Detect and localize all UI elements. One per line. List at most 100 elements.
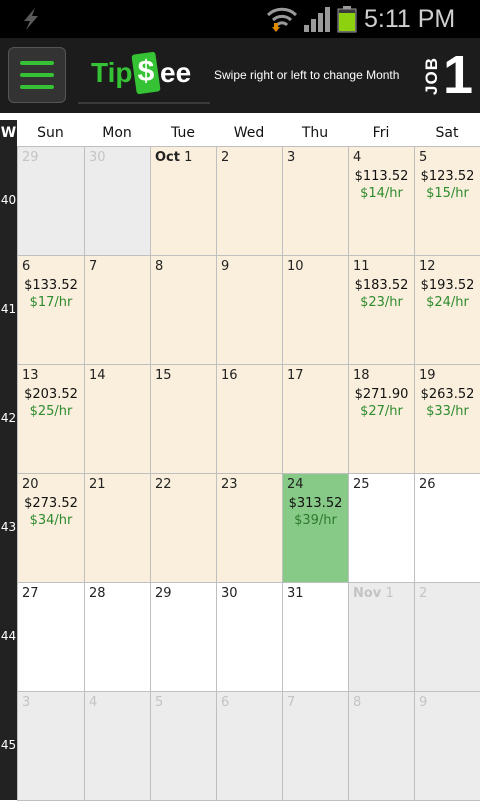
hourly-rate: $23/hr bbox=[360, 295, 403, 310]
calendar-header: W Sun Mon Tue Wed Thu Fri Sat bbox=[0, 120, 480, 146]
logo-text-ee: ee bbox=[160, 57, 192, 88]
calendar-day[interactable]: 14 bbox=[84, 364, 151, 474]
day-number-text: 25 bbox=[353, 477, 370, 492]
hourly-rate: $15/hr bbox=[426, 186, 469, 201]
tip-amount: $263.52 bbox=[420, 387, 475, 402]
week-number: 41 bbox=[0, 255, 17, 364]
day-number-text: 17 bbox=[287, 368, 304, 383]
menu-button[interactable] bbox=[8, 47, 66, 103]
calendar-day[interactable]: 23 bbox=[216, 473, 283, 583]
day-number-text: 2 bbox=[419, 586, 428, 601]
day-number-text: 9 bbox=[419, 695, 428, 710]
calendar-day[interactable]: 4 bbox=[84, 691, 151, 801]
day-number: 29 bbox=[155, 586, 172, 602]
action-bar: Tip $ ee Swipe right or left to change M… bbox=[0, 38, 480, 113]
day-number: 5 bbox=[155, 695, 163, 711]
calendar-day[interactable]: 30 bbox=[84, 146, 151, 256]
day-number: 30 bbox=[221, 586, 238, 602]
calendar-day[interactable]: 9 bbox=[414, 691, 480, 801]
calendar-day[interactable]: 6 $133.52 $17/hr bbox=[17, 255, 85, 365]
calendar-day[interactable]: 3 bbox=[17, 691, 85, 801]
day-number-text: 1 bbox=[184, 150, 193, 165]
day-number-text: 18 bbox=[353, 368, 370, 383]
calendar-day[interactable]: 31 bbox=[282, 582, 349, 692]
swipe-hint: Swipe right or left to change Month bbox=[214, 68, 400, 82]
calendar-day[interactable]: 27 bbox=[17, 582, 85, 692]
calendar-day[interactable]: 28 bbox=[84, 582, 151, 692]
day-number-text: 29 bbox=[22, 150, 39, 165]
calendar-day[interactable]: 7 bbox=[84, 255, 151, 365]
day-number-text: 30 bbox=[89, 150, 106, 165]
day-number-text: 15 bbox=[155, 368, 172, 383]
day-number: 18 bbox=[353, 368, 370, 384]
battery-icon bbox=[337, 6, 357, 33]
calendar-day[interactable]: 21 bbox=[84, 473, 151, 583]
calendar-day[interactable]: 19 $263.52 $33/hr bbox=[414, 364, 480, 474]
day-number: 16 bbox=[221, 368, 238, 384]
day-number: 8 bbox=[155, 259, 163, 275]
calendar-day[interactable]: 5 $123.52 $15/hr bbox=[414, 146, 480, 256]
calendar-day[interactable]: 8 bbox=[150, 255, 217, 365]
wifi-icon bbox=[266, 7, 298, 32]
day-number-text: 31 bbox=[287, 586, 304, 601]
calendar-day[interactable]: 30 bbox=[216, 582, 283, 692]
day-number-text: 22 bbox=[155, 477, 172, 492]
calendar-day[interactable]: 22 bbox=[150, 473, 217, 583]
logo-text-tip: Tip bbox=[91, 57, 133, 88]
job-label[interactable]: JOB bbox=[422, 56, 442, 96]
calendar-day[interactable]: 2 bbox=[216, 146, 283, 256]
flash-icon bbox=[24, 8, 38, 30]
calendar-day[interactable]: 10 bbox=[282, 255, 349, 365]
day-number: 4 bbox=[89, 695, 97, 711]
day-header-sun: Sun bbox=[37, 125, 64, 141]
calendar-day[interactable]: Nov 1 bbox=[348, 582, 415, 692]
calendar-day[interactable]: 7 bbox=[282, 691, 349, 801]
calendar-day[interactable]: 16 bbox=[216, 364, 283, 474]
calendar-grid: 40 29 30 Oct 1 2 3 4 $113.52 $14/hr 5 $123.52 $15/h… bbox=[0, 146, 480, 801]
calendar-day[interactable]: 13 $203.52 $25/hr bbox=[17, 364, 85, 474]
calendar-day[interactable]: 12 $193.52 $24/hr bbox=[414, 255, 480, 365]
calendar-day[interactable]: 5 bbox=[150, 691, 217, 801]
day-number: 26 bbox=[419, 477, 436, 493]
clock-time: 5:11 PM bbox=[364, 5, 456, 33]
day-number: 14 bbox=[89, 368, 106, 384]
calendar-day[interactable]: 18 $271.90 $27/hr bbox=[348, 364, 415, 474]
calendar-day[interactable]: 9 bbox=[216, 255, 283, 365]
hourly-rate: $25/hr bbox=[29, 404, 73, 419]
day-number-text: 5 bbox=[419, 150, 428, 165]
calendar-day[interactable]: 17 bbox=[282, 364, 349, 474]
day-number: 7 bbox=[89, 259, 97, 275]
day-number-text: 23 bbox=[221, 477, 238, 492]
day-number: 7 bbox=[287, 695, 295, 711]
day-number: 25 bbox=[353, 477, 370, 493]
calendar-day[interactable]: Oct 1 bbox=[150, 146, 217, 256]
day-number: 17 bbox=[287, 368, 304, 384]
calendar-day[interactable]: 11 $183.52 $23/hr bbox=[348, 255, 415, 365]
calendar-day[interactable]: 2 bbox=[414, 582, 480, 692]
calendar-day[interactable]: 29 bbox=[150, 582, 217, 692]
day-number-text: 3 bbox=[287, 150, 296, 165]
day-number: 2 bbox=[419, 586, 427, 602]
hourly-rate: $14/hr bbox=[360, 186, 403, 201]
calendar-day[interactable]: 6 bbox=[216, 691, 283, 801]
day-number-text: 27 bbox=[22, 586, 39, 601]
hourly-rate: $17/hr bbox=[29, 295, 73, 310]
day-number-text: 5 bbox=[155, 695, 164, 710]
job-number[interactable]: 1 bbox=[440, 42, 476, 108]
day-number: 24 bbox=[287, 477, 304, 493]
day-header-thu: Thu bbox=[301, 125, 329, 141]
calendar-day[interactable]: 4 $113.52 $14/hr bbox=[348, 146, 415, 256]
day-number-text: 10 bbox=[287, 259, 304, 274]
day-number-text: 11 bbox=[353, 259, 370, 274]
calendar-day[interactable]: 3 bbox=[282, 146, 349, 256]
calendar-day[interactable]: 25 bbox=[348, 473, 415, 583]
calendar-day[interactable]: 8 bbox=[348, 691, 415, 801]
calendar-day[interactable]: 20 $273.52 $34/hr bbox=[17, 473, 85, 583]
tip-amount: $313.52 bbox=[288, 496, 343, 511]
calendar-day[interactable]: 15 bbox=[150, 364, 217, 474]
calendar-day[interactable]: 29 bbox=[17, 146, 85, 256]
day-number: 12 bbox=[419, 259, 436, 275]
calendar-day[interactable]: 26 bbox=[414, 473, 480, 583]
day-number-text: 19 bbox=[419, 368, 436, 383]
calendar-day-today[interactable]: 24 $313.52 $39/hr bbox=[282, 473, 349, 583]
